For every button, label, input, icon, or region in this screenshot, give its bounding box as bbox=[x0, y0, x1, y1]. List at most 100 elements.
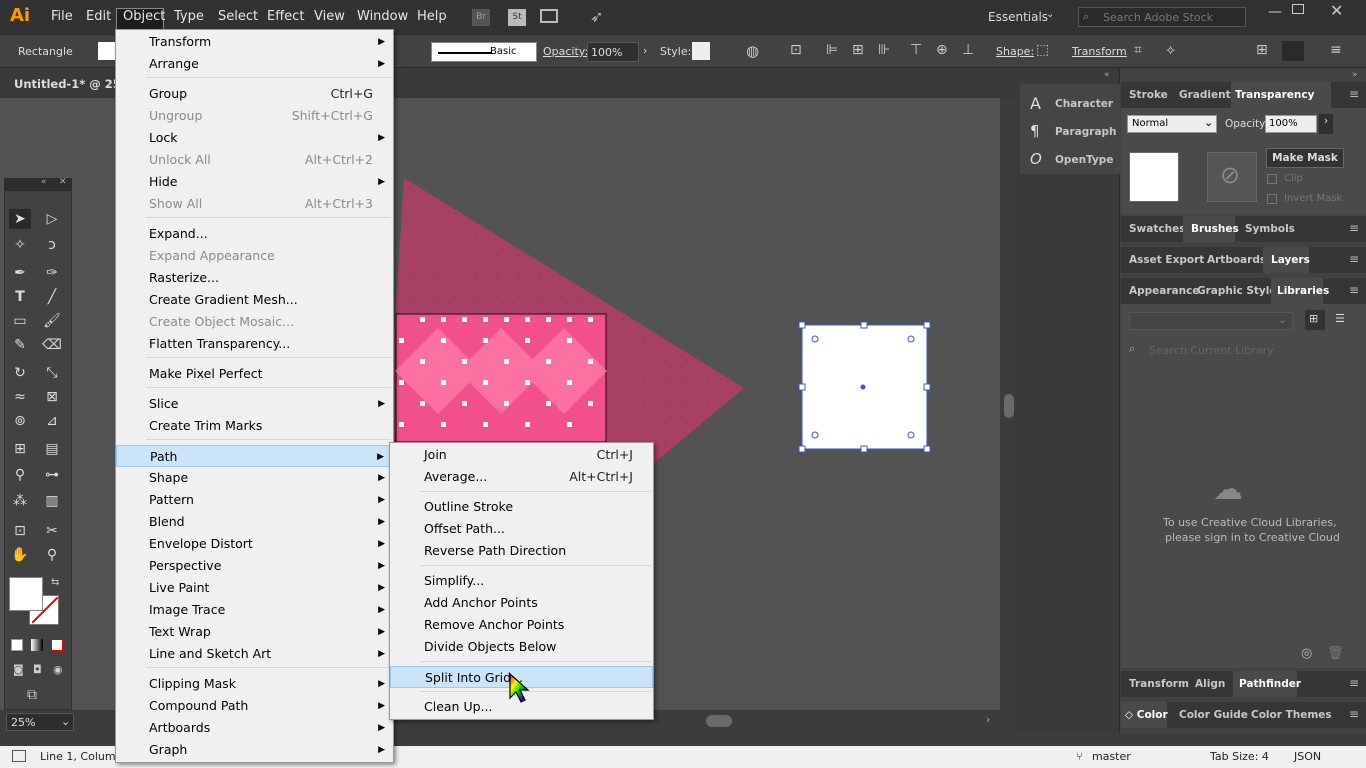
menu-item-simplify[interactable]: Simplify... bbox=[390, 570, 653, 592]
rectangle-tool-icon[interactable]: ▭ bbox=[9, 311, 31, 331]
menu-item-image-trace[interactable]: Image Trace ▶ bbox=[116, 599, 393, 621]
menu-item-outline-stroke[interactable]: Outline Stroke bbox=[390, 496, 653, 518]
collapse-panels-icon[interactable]: « bbox=[1104, 70, 1110, 80]
none-mode-icon[interactable] bbox=[51, 639, 63, 651]
menu-item-shape[interactable]: Shape ▶ bbox=[116, 467, 393, 489]
mesh-tool-icon[interactable]: ⊞ bbox=[9, 439, 31, 459]
line-tool-icon[interactable]: ╱ bbox=[41, 287, 63, 307]
menu-item-perspective[interactable]: Perspective ▶ bbox=[116, 555, 393, 577]
menu-object[interactable]: Object bbox=[123, 9, 165, 24]
menu-item-join[interactable]: Join Ctrl+J bbox=[390, 444, 653, 466]
menu-select[interactable]: Select bbox=[218, 9, 258, 24]
tab-swatches[interactable]: Swatches bbox=[1129, 223, 1185, 235]
panel-menu-icon[interactable]: ≡ bbox=[1349, 707, 1359, 721]
tab-color[interactable]: ◇ Color bbox=[1125, 709, 1168, 721]
panel-menu-icon[interactable]: ≡ bbox=[1349, 252, 1359, 266]
tab-symbols[interactable]: Symbols bbox=[1245, 223, 1295, 235]
pen-tool-icon[interactable]: ✒ bbox=[9, 263, 31, 283]
menu-item-average[interactable]: Average... Alt+Ctrl+J bbox=[390, 466, 653, 488]
menu-help[interactable]: Help bbox=[417, 9, 447, 24]
gpu-performance-icon[interactable]: ➶ bbox=[590, 7, 603, 26]
curvature-tool-icon[interactable]: ✑ bbox=[41, 263, 63, 283]
menu-item-unlock-all[interactable]: Unlock All Alt+Ctrl+2 bbox=[116, 149, 393, 171]
menu-item-show-all[interactable]: Show All Alt+Ctrl+3 bbox=[116, 193, 393, 215]
fill-swatch[interactable] bbox=[98, 42, 116, 60]
menu-item-expand-appearance[interactable]: Expand Appearance bbox=[116, 245, 393, 267]
menu-item-artboards[interactable]: Artboards ▶ bbox=[116, 717, 393, 739]
clip-checkbox[interactable] bbox=[1267, 174, 1277, 184]
selection-tool-icon[interactable]: ➤ bbox=[9, 209, 31, 229]
blend-tool-icon[interactable]: ⊶ bbox=[41, 465, 63, 485]
gradient-mode-icon[interactable] bbox=[31, 639, 43, 651]
collapse-icon[interactable]: « bbox=[41, 177, 47, 187]
swap-colors-icon[interactable]: ⇆ bbox=[51, 577, 59, 588]
close-icon[interactable]: ✕ bbox=[59, 177, 67, 187]
align-middle-icon[interactable]: ⊕ bbox=[936, 42, 948, 58]
opacity-field[interactable]: 100% bbox=[587, 42, 639, 62]
menu-lines-icon[interactable]: ≡ bbox=[1330, 42, 1342, 58]
fill-swatch-large[interactable] bbox=[9, 577, 43, 611]
panel-menu-icon[interactable]: ≡ bbox=[1349, 676, 1359, 690]
tab-color-guide[interactable]: Color Guide bbox=[1179, 709, 1248, 721]
align-bottom-icon[interactable]: ⊥ bbox=[962, 42, 974, 58]
menu-item-create-gradient-mesh[interactable]: Create Gradient Mesh... bbox=[116, 289, 393, 311]
hand-tool-icon[interactable]: ✋ bbox=[9, 545, 31, 565]
horizontal-scroll-thumb[interactable] bbox=[706, 715, 732, 727]
align-center-icon[interactable]: ⊞ bbox=[852, 42, 864, 58]
graph-tool-icon[interactable]: ▥ bbox=[41, 491, 63, 511]
tab-pathfinder[interactable]: Pathfinder bbox=[1239, 678, 1301, 690]
graphic-style-swatch[interactable] bbox=[692, 42, 710, 60]
menu-item-text-wrap[interactable]: Text Wrap ▶ bbox=[116, 621, 393, 643]
trash-icon[interactable]: 🗑 bbox=[1327, 646, 1344, 661]
paintbrush-icon[interactable]: 🖌 bbox=[41, 311, 63, 331]
minimize-button[interactable]: — bbox=[1268, 4, 1282, 20]
tab-size[interactable]: Tab Size: 4 bbox=[1210, 750, 1269, 763]
menu-item-line-and-sketch-art[interactable]: Line and Sketch Art ▶ bbox=[116, 643, 393, 665]
free-transform-icon[interactable]: ⊠ bbox=[41, 387, 63, 407]
chevron-right-icon[interactable]: › bbox=[1319, 114, 1333, 134]
gradient-tool-icon[interactable]: ▤ bbox=[41, 439, 63, 459]
chevron-right-icon[interactable]: › bbox=[643, 44, 647, 57]
paragraph-panel-label[interactable]: Paragraph bbox=[1055, 126, 1117, 138]
panel-menu-icon[interactable]: ≡ bbox=[1349, 221, 1359, 235]
collapse-panels-icon-right[interactable]: » bbox=[1352, 70, 1358, 80]
scroll-thumb[interactable] bbox=[1004, 394, 1014, 418]
isolate-icon[interactable]: ⌗ bbox=[1134, 42, 1142, 58]
tab-gradient[interactable]: Gradient bbox=[1179, 89, 1231, 101]
tab-color-themes[interactable]: Color Themes bbox=[1251, 709, 1332, 721]
opentype-icon[interactable]: O bbox=[1030, 150, 1042, 168]
menu-item-create-trim-marks[interactable]: Create Trim Marks bbox=[116, 415, 393, 437]
lasso-icon[interactable]: ↄ bbox=[41, 235, 63, 255]
menu-item-rasterize[interactable]: Rasterize... bbox=[116, 267, 393, 289]
menu-item-create-object-mosaic[interactable]: Create Object Mosaic... bbox=[116, 311, 393, 333]
shaper-tool-icon[interactable]: ✎ bbox=[9, 335, 31, 355]
panel-menu-icon[interactable]: ≡ bbox=[1349, 87, 1359, 101]
git-branch[interactable]: master bbox=[1092, 750, 1131, 763]
maximize-button[interactable] bbox=[1292, 4, 1304, 14]
eraser-icon[interactable]: ⌫ bbox=[41, 335, 63, 355]
width-tool-icon[interactable]: ≈ bbox=[9, 387, 31, 407]
screen-mode-icon[interactable]: ⧉ bbox=[27, 687, 37, 703]
color-mode-icon[interactable] bbox=[11, 639, 23, 651]
make-mask-button[interactable]: Make Mask bbox=[1266, 148, 1344, 168]
align-top-icon[interactable]: ⊤ bbox=[910, 42, 922, 58]
eyedropper-icon[interactable]: ⚲ bbox=[9, 465, 31, 485]
scale-tool-icon[interactable]: ⤡ bbox=[41, 363, 63, 383]
tab-transform[interactable]: Transform bbox=[1129, 678, 1189, 690]
close-button[interactable]: ✕ bbox=[1330, 1, 1343, 20]
menu-item-ungroup[interactable]: Ungroup Shift+Ctrl+G bbox=[116, 105, 393, 127]
align-left-icon[interactable]: ⊫ bbox=[826, 42, 838, 58]
cc-sync-icon[interactable]: ◎ bbox=[1301, 646, 1312, 661]
draw-normal-icon[interactable]: ◙ bbox=[13, 663, 24, 676]
draw-inside-icon[interactable]: ◉ bbox=[53, 663, 63, 676]
menu-effect[interactable]: Effect bbox=[267, 9, 304, 24]
panel-menu-icon[interactable]: ≡ bbox=[1349, 283, 1359, 297]
perspective-grid-icon[interactable]: ⊿ bbox=[41, 411, 63, 431]
stock-icon[interactable]: St bbox=[508, 9, 526, 26]
tab-artboards[interactable]: Artboards bbox=[1207, 254, 1266, 266]
artboard-tool-icon[interactable]: ⊡ bbox=[9, 521, 31, 541]
menu-item-path[interactable]: Path ▶ bbox=[116, 445, 393, 467]
search-stock-field[interactable]: ⌕ Search Adobe Stock bbox=[1078, 7, 1246, 27]
shape-builder-icon[interactable]: ⊚ bbox=[9, 411, 31, 431]
character-panel-label[interactable]: Character bbox=[1055, 98, 1113, 110]
